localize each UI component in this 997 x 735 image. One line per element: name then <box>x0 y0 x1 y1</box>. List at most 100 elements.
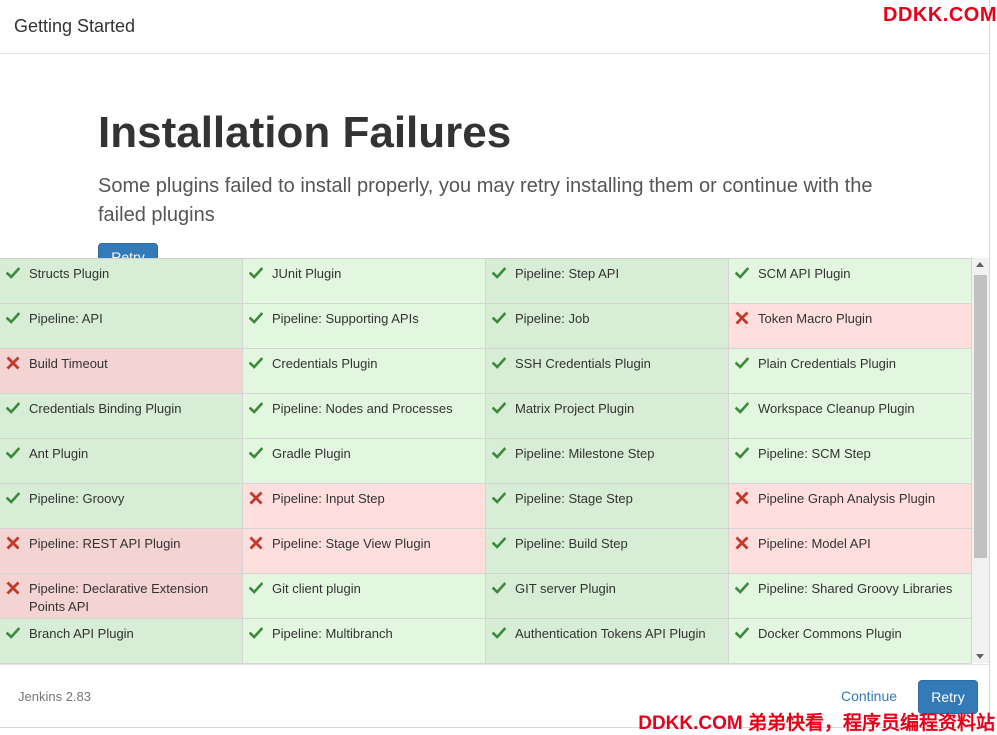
plugin-item: Pipeline: Milestone Step <box>486 439 729 484</box>
plugin-name: SCM API Plugin <box>758 266 851 281</box>
plugin-list-scrollbar[interactable] <box>972 258 989 663</box>
plugin-name: Gradle Plugin <box>272 446 351 461</box>
plugin-name: Pipeline: Stage Step <box>515 491 633 506</box>
page-title: Installation Failures <box>98 108 512 157</box>
plugin-item: Pipeline: Input Step <box>243 484 486 529</box>
plugin-item: Pipeline: REST API Plugin <box>0 529 243 574</box>
checkmark-icon <box>734 446 750 460</box>
plugin-item: Branch API Plugin <box>0 619 243 664</box>
plugin-name: Pipeline: Shared Groovy Libraries <box>758 581 953 596</box>
plugin-name: Git client plugin <box>272 581 361 596</box>
checkmark-icon <box>734 626 750 640</box>
plugin-item: Pipeline: Build Step <box>486 529 729 574</box>
checkmark-icon <box>248 401 264 415</box>
plugin-name: Pipeline: Milestone Step <box>515 446 655 461</box>
continue-button[interactable]: Continue <box>841 688 897 704</box>
checkmark-icon <box>248 266 264 280</box>
plugin-name: Pipeline: Step API <box>515 266 620 281</box>
checkmark-icon <box>248 446 264 460</box>
plugin-name: Pipeline: Model API <box>758 536 871 551</box>
checkmark-icon <box>491 491 507 505</box>
failure-x-icon <box>735 536 749 550</box>
checkmark-icon <box>5 266 21 280</box>
checkmark-icon <box>491 446 507 460</box>
plugin-item: Authentication Tokens API Plugin <box>486 619 729 664</box>
jenkins-version: Jenkins 2.83 <box>18 689 91 704</box>
dialog-header: Getting Started <box>0 0 989 54</box>
plugin-name: Plain Credentials Plugin <box>758 356 897 371</box>
page-subtitle: Some plugins failed to install properly,… <box>98 175 873 226</box>
watermark-banner: DDKK.COM 弟弟快看，程序员编程资料站 <box>638 713 995 734</box>
plugin-name: Pipeline Graph Analysis Plugin <box>758 491 936 506</box>
plugin-item: Pipeline: Stage View Plugin <box>243 529 486 574</box>
dialog-title: Getting Started <box>14 16 136 36</box>
plugin-name: GIT server Plugin <box>515 581 616 596</box>
plugin-item: Pipeline: Shared Groovy Libraries <box>729 574 972 619</box>
plugin-name: JUnit Plugin <box>272 266 342 281</box>
scroll-up-arrow-icon[interactable] <box>976 262 984 267</box>
plugin-name: Pipeline: Build Step <box>515 536 628 551</box>
checkmark-icon <box>5 311 21 325</box>
hero-retry-button[interactable]: Retry <box>98 243 158 258</box>
plugin-name: Structs Plugin <box>29 266 110 281</box>
failure-x-icon <box>6 356 20 370</box>
plugin-name: SSH Credentials Plugin <box>515 356 651 371</box>
checkmark-icon <box>5 401 21 415</box>
plugin-item: SCM API Plugin <box>729 259 972 304</box>
plugin-item: GIT server Plugin <box>486 574 729 619</box>
plugin-item: Pipeline: Multibranch <box>243 619 486 664</box>
plugin-name: Token Macro Plugin <box>758 311 873 326</box>
failure-x-icon <box>6 581 20 595</box>
failure-x-icon <box>249 491 263 505</box>
plugin-item: Gradle Plugin <box>243 439 486 484</box>
plugin-item: Pipeline: Nodes and Processes <box>243 394 486 439</box>
checkmark-icon <box>5 491 21 505</box>
plugin-name: Pipeline: Declarative Extension Points A… <box>29 581 209 614</box>
plugin-item: Pipeline: Groovy <box>0 484 243 529</box>
plugin-name: Branch API Plugin <box>29 626 134 641</box>
plugin-item: Pipeline Graph Analysis Plugin <box>729 484 972 529</box>
checkmark-icon <box>734 581 750 595</box>
plugin-item: Pipeline: SCM Step <box>729 439 972 484</box>
checkmark-icon <box>491 626 507 640</box>
plugin-name: Workspace Cleanup Plugin <box>758 401 915 416</box>
plugin-item: Workspace Cleanup Plugin <box>729 394 972 439</box>
plugin-name: Pipeline: Supporting APIs <box>272 311 419 326</box>
plugin-item: Pipeline: Job <box>486 304 729 349</box>
plugin-item: Pipeline: Supporting APIs <box>243 304 486 349</box>
plugin-name: Pipeline: Job <box>515 311 590 326</box>
plugin-item: Structs Plugin <box>0 259 243 304</box>
checkmark-icon <box>248 356 264 370</box>
plugin-name: Pipeline: Multibranch <box>272 626 393 641</box>
plugin-item: Docker Commons Plugin <box>729 619 972 664</box>
plugin-item: Build Timeout <box>0 349 243 394</box>
plugin-item: Token Macro Plugin <box>729 304 972 349</box>
checkmark-icon <box>248 311 264 325</box>
plugin-list: Structs Plugin JUnit Plugin Pipeline: Step… <box>0 258 972 665</box>
failure-x-icon <box>735 311 749 325</box>
plugin-name: Pipeline: Groovy <box>29 491 125 506</box>
plugin-name: Pipeline: Input Step <box>272 491 385 506</box>
plugin-item: Ant Plugin <box>0 439 243 484</box>
checkmark-icon <box>491 311 507 325</box>
failure-x-icon <box>249 536 263 550</box>
plugin-item: SSH Credentials Plugin <box>486 349 729 394</box>
plugin-item: Matrix Project Plugin <box>486 394 729 439</box>
scrollbar-thumb[interactable] <box>974 275 987 558</box>
plugin-item: JUnit Plugin <box>243 259 486 304</box>
checkmark-icon <box>248 581 264 595</box>
plugin-name: Pipeline: SCM Step <box>758 446 871 461</box>
plugin-name: Matrix Project Plugin <box>515 401 635 416</box>
scroll-down-arrow-icon[interactable] <box>976 654 984 659</box>
checkmark-icon <box>491 536 507 550</box>
checkmark-icon <box>5 626 21 640</box>
plugin-name: Authentication Tokens API Plugin <box>515 626 706 641</box>
plugin-name: Build Timeout <box>29 356 108 371</box>
failure-x-icon <box>6 536 20 550</box>
plugin-name: Docker Commons Plugin <box>758 626 902 641</box>
plugin-item: Pipeline: Model API <box>729 529 972 574</box>
checkmark-icon <box>491 581 507 595</box>
plugin-item: Credentials Binding Plugin <box>0 394 243 439</box>
plugin-name: Credentials Plugin <box>272 356 378 371</box>
checkmark-icon <box>734 356 750 370</box>
